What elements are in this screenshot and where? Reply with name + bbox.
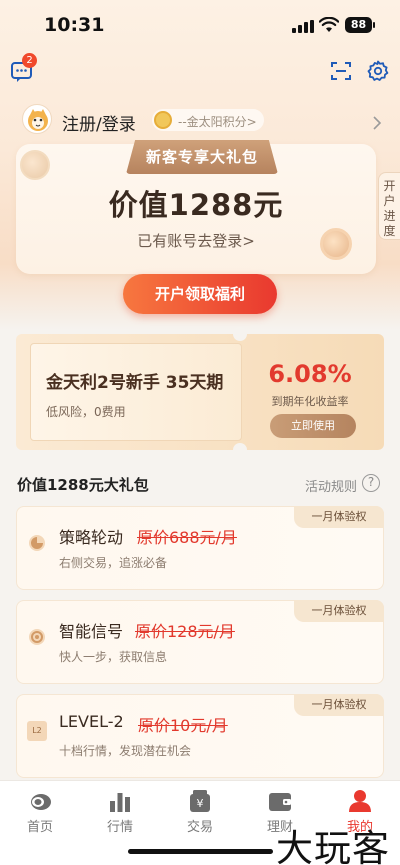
nav-item-home[interactable]: 首页: [0, 781, 80, 841]
benefit-tag: 一月体验权: [294, 506, 384, 528]
wealth-icon: [269, 793, 291, 811]
points-label[interactable]: --金太阳积分>: [178, 113, 257, 130]
voucher-subtitle: 低风险，0费用: [46, 405, 126, 419]
account-progress-tab[interactable]: 开户进度: [378, 172, 400, 240]
voucher-title: 金天利2号新手 35天期: [46, 373, 224, 393]
voucher-notch: [233, 443, 247, 457]
benefit-card[interactable]: 一月体验权 智能信号 原价128元/月 快人一步，获取信息: [16, 600, 384, 684]
benefit-description: 快人一步，获取信息: [59, 650, 168, 664]
gear-icon: [367, 60, 389, 81]
nav-label: 首页: [26, 820, 53, 835]
use-now-button[interactable]: 立即使用: [270, 414, 356, 438]
wifi-icon: [319, 17, 339, 32]
signal-icon: [29, 629, 45, 645]
help-icon[interactable]: ?: [362, 474, 380, 492]
benefit-original-price: 原价128元/月: [135, 622, 235, 641]
benefit-card[interactable]: 一月体验权 策略轮动 原价688元/月 右侧交易，追涨必备: [16, 506, 384, 590]
nav-item-trade[interactable]: ¥ 交易: [160, 781, 240, 841]
signal-icon: [292, 20, 314, 33]
profile-icon: [349, 790, 371, 812]
coin-decoration-icon: [20, 150, 50, 180]
existing-account-login-link[interactable]: 已有账号去登录>: [16, 230, 376, 251]
benefit-name: LEVEL-2: [59, 712, 124, 731]
avatar[interactable]: [22, 104, 52, 134]
benefit-name: 策略轮动: [59, 528, 124, 547]
settings-button[interactable]: [367, 60, 393, 86]
nav-item-market[interactable]: 行情: [80, 781, 160, 841]
benefit-tag: 一月体验权: [294, 600, 384, 622]
message-badge: 2: [22, 53, 37, 68]
strategy-icon: [29, 535, 45, 551]
home-indicator: [128, 849, 273, 854]
gift-banner-title: 新客专享大礼包: [145, 148, 258, 166]
trade-icon: ¥: [190, 790, 210, 812]
gift-value: 价值1288元: [108, 188, 284, 222]
home-icon: [31, 794, 51, 810]
open-account-button[interactable]: 开户领取福利: [123, 274, 277, 314]
login-link[interactable]: 注册/登录: [62, 110, 136, 135]
scan-icon: [331, 62, 351, 80]
chevron-right-icon[interactable]: [372, 116, 382, 130]
voucher-notch: [233, 327, 247, 341]
svg-text:¥: ¥: [197, 797, 204, 810]
voucher-rate: 6.08%: [268, 360, 352, 388]
scan-button[interactable]: [330, 60, 356, 86]
section-title: 价值1288元大礼包: [17, 476, 149, 494]
benefit-tag: 一月体验权: [294, 694, 384, 716]
coin-icon: [154, 111, 172, 129]
benefit-original-price: 原价688元/月: [137, 528, 237, 547]
benefit-name: 智能信号: [59, 622, 124, 641]
benefit-original-price: 原价10元/月: [138, 716, 228, 735]
level2-icon: L2: [27, 721, 47, 741]
status-bar: 10:31 88: [0, 0, 400, 52]
voucher-rate-label: 到期年化收益率: [271, 395, 349, 408]
nav-label: 行情: [106, 820, 133, 835]
benefit-description: 右侧交易，追涨必备: [59, 556, 168, 570]
market-icon: [110, 793, 130, 812]
battery-icon: 88: [345, 17, 375, 33]
benefit-description: 十档行情，发现潜在机会: [59, 744, 192, 758]
watermark: 大玩客: [276, 827, 390, 865]
activity-rules-link[interactable]: 活动规则: [305, 476, 357, 495]
benefit-card[interactable]: 一月体验权 L2 LEVEL-2 原价10元/月 十档行情，发现潜在机会: [16, 694, 384, 778]
status-time: 10:31: [44, 14, 105, 36]
nav-label: 交易: [186, 820, 213, 835]
